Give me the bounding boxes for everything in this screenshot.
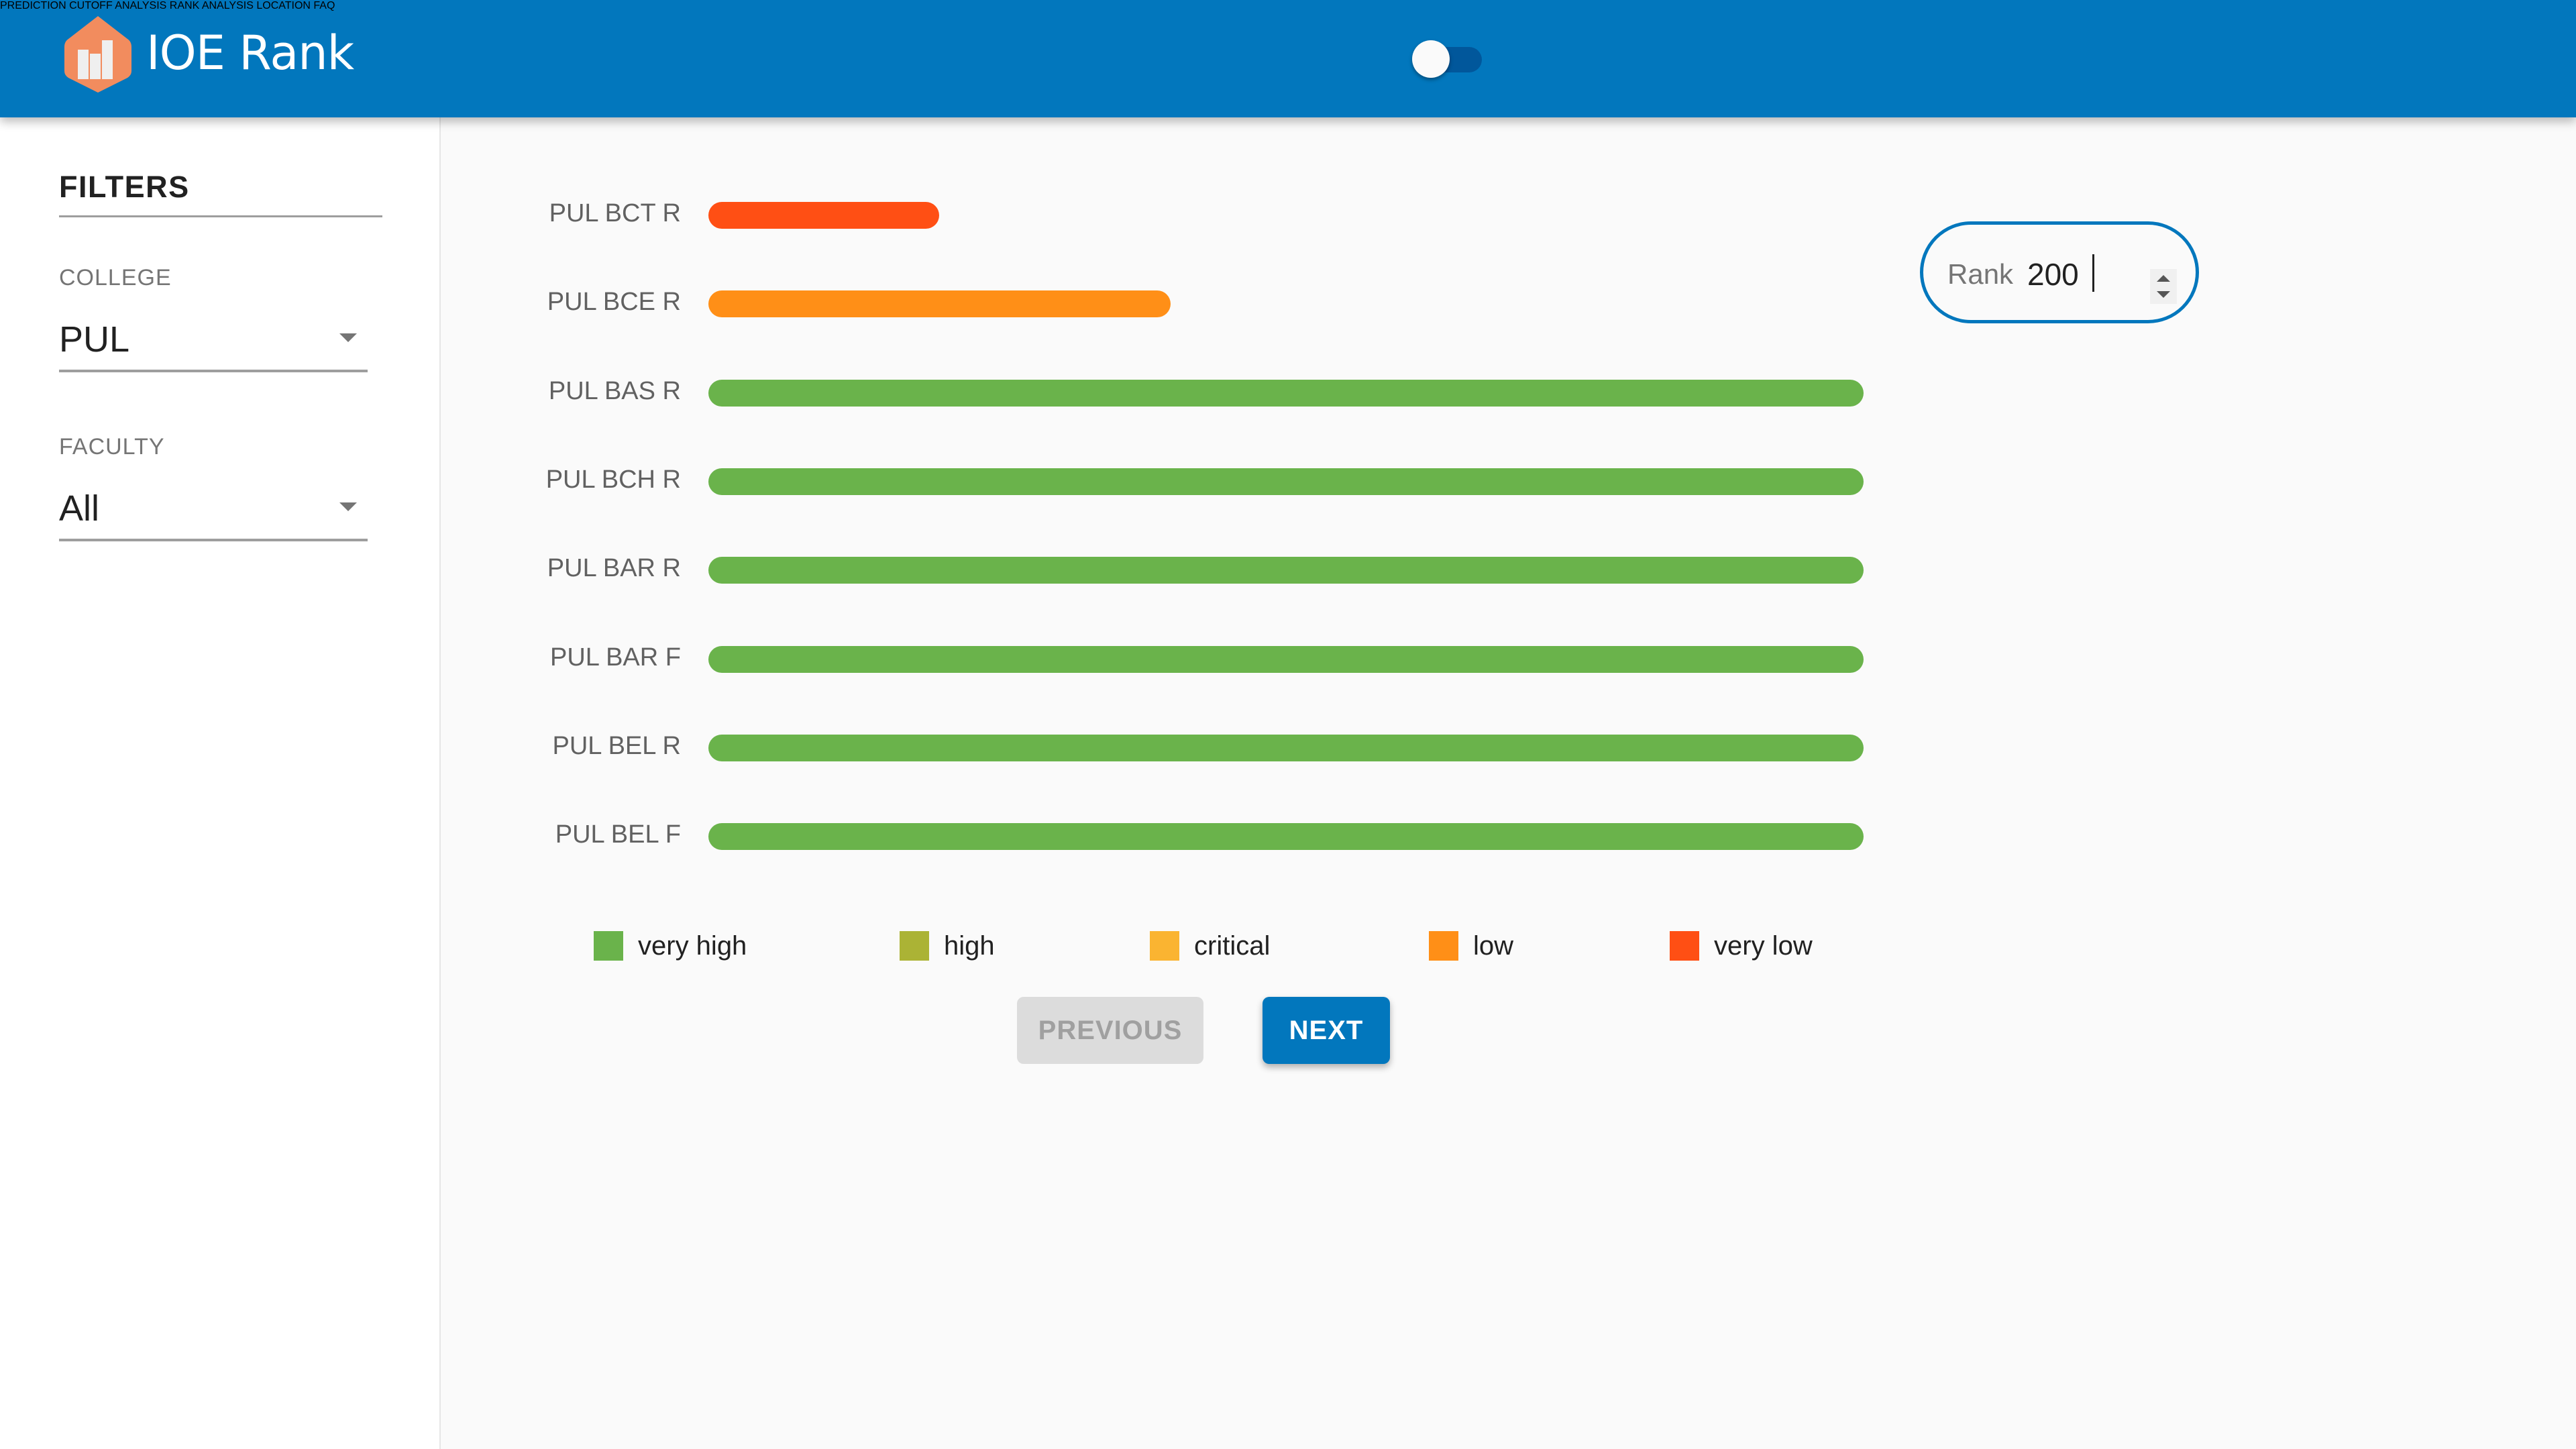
- legend-label: high: [944, 930, 995, 961]
- legend-label: very low: [1714, 930, 1813, 961]
- chart-row: PUL BCE R: [523, 284, 1878, 324]
- app-header: IOE Rank PREDICTION CUTOFF ANALYSIS RANK…: [0, 0, 2576, 117]
- bar-pul-bas-r[interactable]: [708, 379, 1864, 407]
- legend-item: critical: [1150, 929, 1270, 963]
- legend-label: critical: [1194, 930, 1271, 961]
- chevron-down-icon: [339, 333, 357, 342]
- bar-pul-bel-f[interactable]: [708, 823, 1864, 851]
- text-cursor: [2092, 254, 2094, 292]
- filters-divider: [59, 215, 382, 217]
- bar-pul-bch-r[interactable]: [708, 468, 1864, 495]
- stepper-up-icon[interactable]: [2157, 275, 2170, 282]
- chart-row: PUL BAR F: [523, 639, 1878, 680]
- bar-pul-bce-r[interactable]: [708, 290, 1171, 318]
- college-label: COLLEGE: [59, 265, 172, 290]
- bar-pul-bar-f[interactable]: [708, 645, 1864, 673]
- chart-row: PUL BEL F: [523, 816, 1878, 857]
- rank-stepper[interactable]: [2150, 269, 2177, 304]
- filters-title: FILTERS: [59, 170, 190, 204]
- faculty-label: FACULTY: [59, 434, 165, 460]
- category-label: PUL BAS R: [548, 376, 681, 405]
- nav-cutoff-analysis[interactable]: CUTOFF ANALYSIS: [69, 0, 166, 11]
- rank-input[interactable]: [2027, 254, 2121, 294]
- theme-toggle[interactable]: [1412, 40, 1483, 78]
- filters-sidebar: FILTERS COLLEGE PUL FACULTY All: [0, 117, 441, 1449]
- legend-label: low: [1473, 930, 1514, 961]
- chart-row: PUL BCH R: [523, 462, 1878, 502]
- category-label: PUL BCH R: [545, 465, 681, 494]
- faculty-value: All: [59, 488, 100, 529]
- bar-pul-bel-r[interactable]: [708, 734, 1864, 761]
- legend-item: very low: [1670, 929, 1813, 963]
- legend-label: very high: [638, 930, 747, 961]
- chart-row: PUL BCT R: [523, 195, 1878, 235]
- legend-item: low: [1429, 929, 1513, 963]
- nav-rank-analysis[interactable]: RANK ANALYSIS: [170, 0, 254, 11]
- category-label: PUL BEL R: [552, 731, 681, 760]
- legend-item: very high: [594, 929, 747, 963]
- chart-row: PUL BEL R: [523, 728, 1878, 768]
- category-label: PUL BCE R: [547, 288, 681, 317]
- bar-pul-bct-r[interactable]: [708, 202, 940, 229]
- main-nav: PREDICTION CUTOFF ANALYSIS RANK ANALYSIS…: [0, 0, 2576, 12]
- legend-swatch: [1150, 931, 1179, 961]
- rank-label: Rank: [1947, 258, 2014, 290]
- brand-title[interactable]: IOE Rank: [146, 25, 354, 80]
- faculty-select[interactable]: All: [59, 481, 368, 541]
- previous-button[interactable]: PREVIOUS: [1017, 997, 1203, 1064]
- rank-field[interactable]: Rank: [1920, 221, 2199, 323]
- bar-pul-bar-r[interactable]: [708, 557, 1864, 584]
- nav-prediction[interactable]: PREDICTION: [0, 0, 66, 11]
- next-button[interactable]: NEXT: [1263, 997, 1390, 1064]
- category-label: PUL BAR F: [550, 643, 681, 672]
- nav-faq[interactable]: FAQ: [313, 0, 335, 11]
- legend-swatch: [1670, 931, 1699, 961]
- college-value: PUL: [59, 319, 130, 360]
- category-label: PUL BEL F: [555, 820, 681, 849]
- legend-item: high: [900, 929, 995, 963]
- legend-swatch: [900, 931, 929, 961]
- chart-row: PUL BAS R: [523, 373, 1878, 413]
- college-select[interactable]: PUL: [59, 312, 368, 372]
- toggle-thumb: [1412, 40, 1450, 78]
- stepper-down-icon[interactable]: [2157, 291, 2170, 298]
- category-label: PUL BAR R: [547, 554, 681, 583]
- nav-location[interactable]: LOCATION: [256, 0, 311, 11]
- logo-icon: [64, 16, 131, 93]
- chart-row: PUL BAR R: [523, 550, 1878, 590]
- legend-swatch: [1429, 931, 1458, 961]
- category-label: PUL BCT R: [549, 199, 681, 227]
- legend-swatch: [594, 931, 623, 961]
- chevron-down-icon: [339, 502, 357, 511]
